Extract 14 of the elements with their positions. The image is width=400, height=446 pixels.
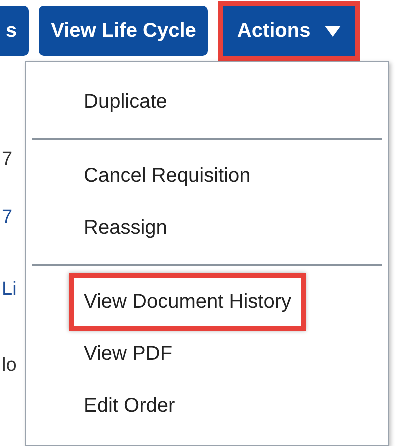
toolbar-button[interactable]: s <box>0 6 30 56</box>
menu-item[interactable]: View Document History <box>69 273 306 331</box>
field-text: 7 <box>2 148 13 172</box>
menu-item[interactable]: Edit Order <box>84 391 176 421</box>
toolbar-button[interactable]: View Life Cycle <box>39 6 208 56</box>
link-text[interactable]: 7 <box>2 206 13 230</box>
link-text[interactable]: Li <box>2 278 17 302</box>
menu-item[interactable]: Duplicate <box>84 87 168 117</box>
menu-item[interactable]: View PDF <box>84 339 173 369</box>
menu-item[interactable]: Reassign <box>84 213 168 243</box>
field-text: lo <box>2 354 17 378</box>
caret-icon <box>324 26 341 36</box>
menu-item[interactable]: Cancel Requisition <box>84 161 251 191</box>
actions-dropdown-button[interactable]: Actions <box>223 6 355 56</box>
